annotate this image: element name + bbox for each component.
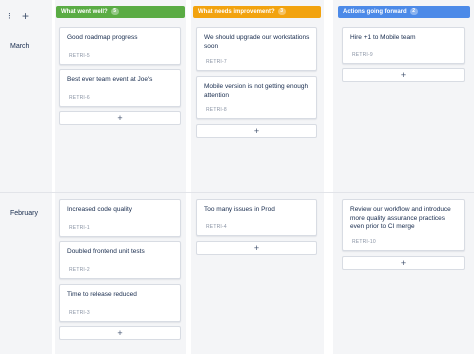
card-title: Review our workflow and introduce more q… [350, 206, 451, 230]
card-key[interactable]: RETRI-5 [69, 53, 90, 59]
card-key[interactable]: RETRI-3 [69, 310, 90, 316]
card-key[interactable]: RETRI-6 [69, 95, 90, 101]
column-count-badge: 2 [409, 8, 418, 15]
add-card-button[interactable]: + [59, 326, 181, 340]
column-count-badge: 3 [277, 8, 286, 15]
column-title: What needs improvement? [198, 9, 275, 15]
retro-card[interactable]: Increased code quality RETRI-1 [59, 199, 181, 237]
column-title: Actions going forward [343, 9, 407, 15]
retro-card[interactable]: Hire +1 to Mobile team RETRI-9 [342, 27, 465, 64]
column-title: What went well? [61, 9, 108, 15]
column-header-actions[interactable]: Actions going forward 2 [338, 6, 470, 18]
row-divider [0, 192, 474, 193]
retro-board: ⁝ + March February What went well? 5 What… [0, 0, 474, 354]
card-title: Time to release reduced [67, 291, 137, 298]
retro-card[interactable]: Good roadmap progress RETRI-5 [59, 27, 181, 65]
card-title: Best ever team event at Joe's [67, 76, 153, 83]
add-card-button[interactable]: + [342, 256, 465, 270]
add-card-button[interactable]: + [59, 111, 181, 125]
retro-card[interactable]: Best ever team event at Joe's RETRI-6 [59, 69, 181, 107]
card-key[interactable]: RETRI-1 [69, 225, 90, 231]
retro-card[interactable]: Too many issues in Prod RETRI-4 [196, 199, 317, 236]
retro-card[interactable]: Time to release reduced RETRI-3 [59, 284, 181, 322]
card-title: We should upgrade our workstations soon [204, 34, 310, 50]
card-title: Good roadmap progress [67, 34, 138, 41]
retro-card[interactable]: Review our workflow and introduce more q… [342, 199, 465, 251]
card-key[interactable]: RETRI-8 [206, 107, 227, 113]
add-row-icon[interactable]: + [22, 10, 29, 22]
card-key[interactable]: RETRI-2 [69, 267, 90, 273]
add-card-button[interactable]: + [196, 124, 317, 138]
card-key[interactable]: RETRI-7 [206, 59, 227, 65]
card-key[interactable]: RETRI-9 [352, 52, 373, 58]
row-header-column [0, 0, 52, 354]
card-key[interactable]: RETRI-10 [352, 239, 376, 245]
column-header-needs-improvement[interactable]: What needs improvement? 3 [193, 6, 321, 18]
retro-card[interactable]: We should upgrade our workstations soon … [196, 27, 317, 71]
card-title: Doubled frontend unit tests [67, 248, 145, 255]
card-title: Mobile version is not getting enough att… [204, 83, 309, 99]
retro-card[interactable]: Mobile version is not getting enough att… [196, 76, 317, 119]
row-label-march: March [10, 43, 30, 50]
card-title: Increased code quality [67, 206, 133, 213]
add-card-button[interactable]: + [196, 241, 317, 255]
add-card-button[interactable]: + [342, 68, 465, 82]
reorder-icon[interactable]: ⁝ [8, 10, 11, 22]
column-count-badge: 5 [110, 8, 119, 15]
card-title: Too many issues in Prod [204, 206, 275, 213]
card-key[interactable]: RETRI-4 [206, 224, 227, 230]
column-header-went-well[interactable]: What went well? 5 [56, 6, 185, 18]
card-title: Hire +1 to Mobile team [350, 34, 416, 41]
retro-card[interactable]: Doubled frontend unit tests RETRI-2 [59, 241, 181, 279]
row-label-february: February [10, 210, 39, 217]
